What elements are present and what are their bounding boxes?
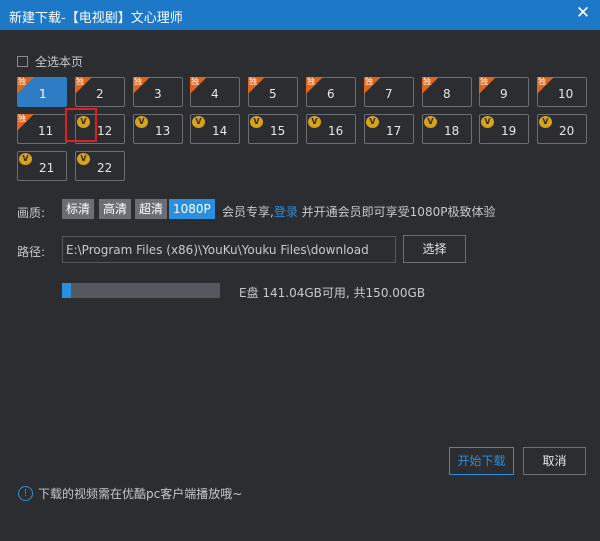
exclusive-badge-label: 独	[365, 77, 373, 86]
vip-badge-icon: V	[19, 153, 32, 165]
login-link[interactable]: 登录	[274, 205, 298, 219]
episode-3-button[interactable]: 独3	[133, 77, 183, 107]
episode-number: 5	[269, 87, 277, 101]
vip-badge-icon: V	[424, 116, 437, 128]
close-icon[interactable]: ✕	[574, 4, 592, 22]
quality-option-sd[interactable]: 标清	[62, 199, 95, 219]
disk-usage-bar	[62, 283, 220, 298]
vip-badge-icon: V	[481, 116, 494, 128]
episode-12-button[interactable]: V 12	[75, 114, 125, 144]
episode-5-button[interactable]: 独5	[248, 77, 298, 107]
select-all-label: 全选本页	[35, 55, 84, 69]
disk-space-text: E盘 141.04GB可用, 共150.00GB	[239, 286, 426, 300]
title-bar: 新建下载-【电视剧】文心理师 ✕	[0, 0, 600, 30]
info-icon: !	[18, 486, 33, 501]
episode-number: 3	[154, 87, 162, 101]
episode-4-button[interactable]: 独4	[190, 77, 240, 107]
episode-number: 19	[501, 124, 517, 138]
exclusive-badge-label: 独	[538, 77, 546, 86]
episode-21-button[interactable]: V 21	[17, 151, 67, 181]
episode-14-button[interactable]: V 14	[190, 114, 240, 144]
episode-16-button[interactable]: V 16	[306, 114, 356, 144]
vip-badge-icon: V	[250, 116, 263, 128]
episode-number: 2	[96, 87, 104, 101]
episode-2-button[interactable]: 独2	[75, 77, 125, 107]
path-label: 路径:	[17, 245, 46, 259]
episode-20-button[interactable]: V 20	[537, 114, 587, 144]
episode-number: 10	[558, 87, 574, 101]
path-input[interactable]: E:\Program Files (x86)\YouKu\Youku Files…	[62, 236, 396, 263]
exclusive-badge-label: 独	[18, 114, 26, 123]
tip: ! 下载的视频需在优酷pc客户端播放哦~	[18, 485, 242, 502]
window-title: 新建下载-【电视剧】文心理师	[9, 11, 183, 26]
exclusive-badge-label: 独	[18, 77, 26, 86]
select-all-checkbox[interactable]	[17, 56, 28, 67]
exclusive-badge-label: 独	[423, 77, 431, 86]
episode-number: 1	[39, 87, 47, 101]
vip-badge-icon: V	[192, 116, 205, 128]
episode-number: 17	[386, 124, 402, 138]
episode-number: 22	[97, 161, 113, 175]
episode-number: 21	[39, 161, 55, 175]
vip-badge-icon: V	[77, 116, 90, 128]
episode-number: 18	[444, 124, 460, 138]
exclusive-badge-label: 独	[249, 77, 257, 86]
vip-badge-icon: V	[77, 153, 90, 165]
exclusive-badge-label: 独	[191, 77, 199, 86]
start-download-button[interactable]: 开始下载	[449, 447, 514, 475]
exclusive-badge-label: 独	[76, 77, 84, 86]
vip-badge-icon: V	[366, 116, 379, 128]
episode-number: 8	[443, 87, 451, 101]
episode-number: 4	[211, 87, 219, 101]
episode-6-button[interactable]: 独6	[306, 77, 356, 107]
vip-badge-icon: V	[135, 116, 148, 128]
episode-number: 12	[97, 124, 113, 138]
vip-badge-icon: V	[539, 116, 552, 128]
quality-note-suffix: 并开通会员即可享受1080P极致体验	[301, 205, 496, 219]
episode-number: 13	[155, 124, 171, 138]
episode-18-button[interactable]: V 18	[422, 114, 472, 144]
episode-number: 6	[327, 87, 335, 101]
quality-note: 会员专享,登录 并开通会员即可享受1080P极致体验	[222, 203, 495, 220]
episode-10-button[interactable]: 独 10	[537, 77, 587, 107]
episode-15-button[interactable]: V 15	[248, 114, 298, 144]
quality-label: 画质:	[17, 206, 46, 220]
episode-19-button[interactable]: V 19	[479, 114, 529, 144]
episode-17-button[interactable]: V 17	[364, 114, 414, 144]
episode-9-button[interactable]: 独9	[479, 77, 529, 107]
quality-option-hd[interactable]: 高清	[99, 199, 132, 219]
choose-path-button[interactable]: 选择	[403, 235, 466, 263]
exclusive-badge-label: 独	[134, 77, 142, 86]
episode-22-button[interactable]: V 22	[75, 151, 125, 181]
episode-number: 15	[270, 124, 286, 138]
quality-option-superhd[interactable]: 超清	[135, 199, 168, 219]
cancel-button[interactable]: 取消	[523, 447, 586, 475]
disk-usage-fill	[62, 283, 72, 298]
episode-11-button[interactable]: 独 11	[17, 114, 67, 144]
episode-8-button[interactable]: 独8	[422, 77, 472, 107]
episode-number: 11	[38, 124, 54, 138]
episode-number: 14	[212, 124, 228, 138]
episode-1-button[interactable]: 独1	[17, 77, 67, 107]
episode-number: 7	[385, 87, 393, 101]
tip-text: 下载的视频需在优酷pc客户端播放哦~	[38, 487, 243, 501]
quality-option-1080p[interactable]: 1080P	[169, 199, 215, 219]
episode-7-button[interactable]: 独7	[364, 77, 414, 107]
quality-note-prefix: 会员专享,	[222, 205, 274, 219]
select-all[interactable]: 全选本页	[17, 53, 83, 70]
episode-number: 20	[559, 124, 575, 138]
episode-number: 9	[500, 87, 508, 101]
episode-number: 16	[328, 124, 344, 138]
vip-badge-icon: V	[308, 116, 321, 128]
episode-13-button[interactable]: V 13	[133, 114, 183, 144]
exclusive-badge-label: 独	[307, 77, 315, 86]
exclusive-badge-label: 独	[480, 77, 488, 86]
